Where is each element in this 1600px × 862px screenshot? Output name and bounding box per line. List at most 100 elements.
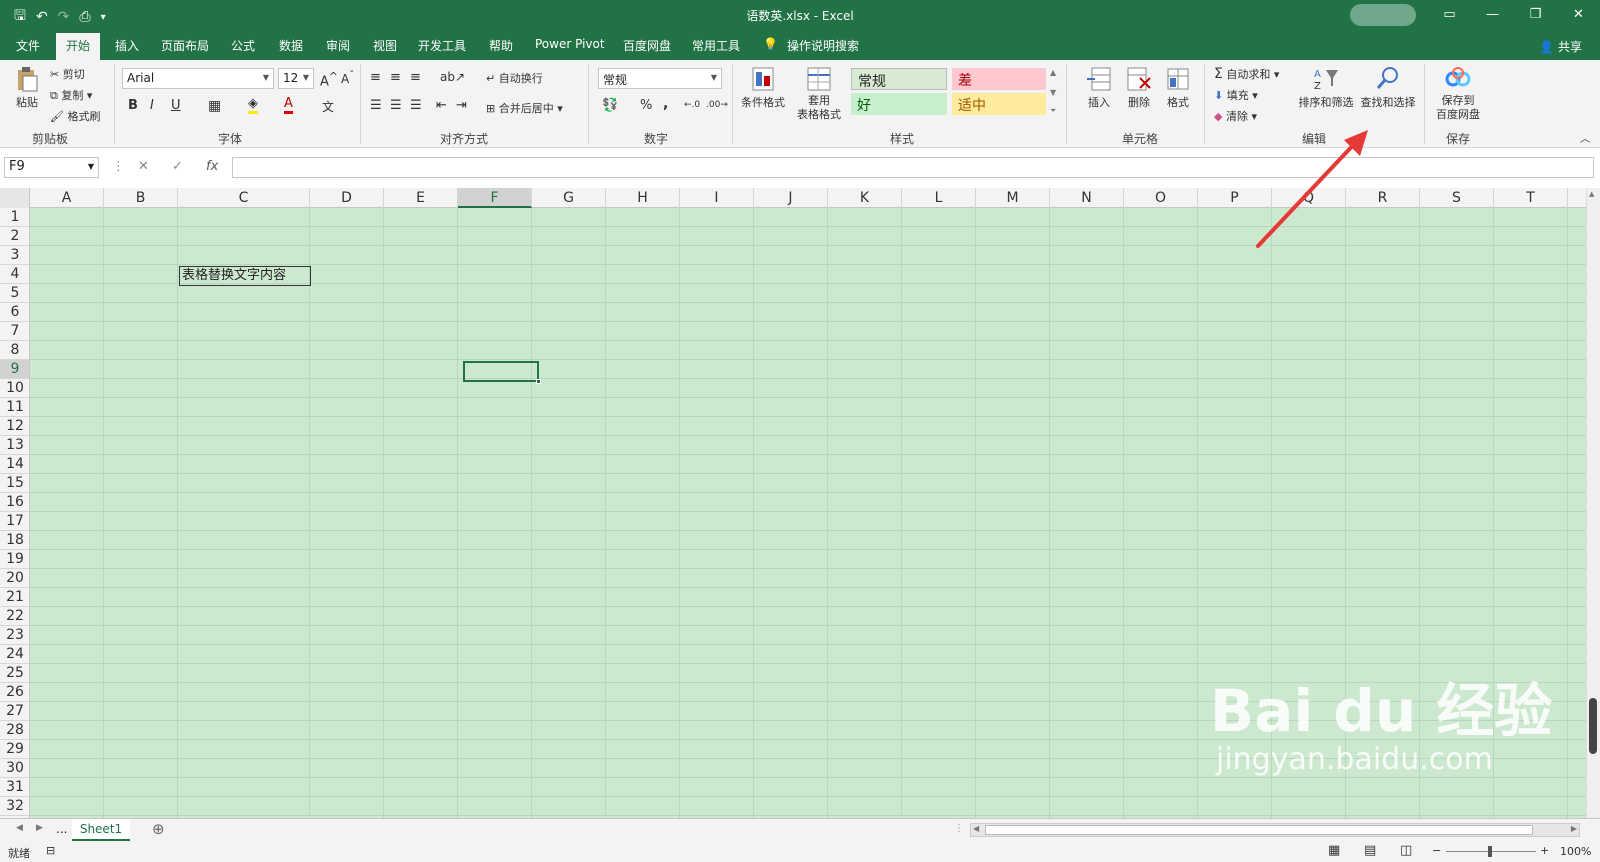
autosum-button[interactable]: Σ 自动求和 ▾ (1214, 66, 1279, 82)
fill-button[interactable]: ⬇ 填充 ▾ (1214, 87, 1258, 103)
zoom-out-icon[interactable]: − (1432, 844, 1441, 857)
row-header-4[interactable]: 4 (0, 265, 29, 284)
row-header-21[interactable]: 21 (0, 588, 29, 607)
column-header-l[interactable]: L (902, 188, 976, 208)
column-header-g[interactable]: G (532, 188, 606, 208)
macro-record-icon[interactable]: ⊟ (46, 844, 55, 857)
column-header-i[interactable]: I (680, 188, 754, 208)
next-sheet-icon[interactable]: ▶ (36, 823, 43, 833)
select-all-corner[interactable] (0, 188, 30, 208)
normal-view-icon[interactable]: ▦ (1328, 843, 1340, 858)
row-header-20[interactable]: 20 (0, 569, 29, 588)
align-middle-icon[interactable]: ≡ (390, 70, 401, 85)
styles-scroll-down-icon[interactable]: ▼ (1050, 88, 1056, 97)
decrease-decimal-icon[interactable]: .00→ (706, 100, 728, 110)
fill-handle[interactable] (536, 379, 541, 384)
row-header-28[interactable]: 28 (0, 721, 29, 740)
style-good[interactable]: 好 (851, 93, 947, 115)
row-header-32[interactable]: 32 (0, 797, 29, 816)
enter-icon[interactable]: ✓ (172, 159, 183, 174)
insert-cells-button[interactable]: 插入 (1082, 66, 1116, 110)
borders-icon[interactable]: ▦ (208, 98, 221, 114)
style-normal[interactable]: 常规 (851, 68, 947, 90)
align-bottom-icon[interactable]: ≡ (410, 70, 421, 85)
tab-developer[interactable]: 开发工具 (418, 37, 466, 54)
column-header-d[interactable]: D (310, 188, 384, 208)
row-header-23[interactable]: 23 (0, 626, 29, 645)
conditional-format-button[interactable]: 条件格式 (738, 66, 788, 110)
paste-button[interactable]: 粘贴 (12, 66, 42, 110)
column-header-h[interactable]: H (606, 188, 680, 208)
tab-view[interactable]: 视图 (373, 37, 397, 54)
row-header-1[interactable]: 1 (0, 208, 29, 227)
insert-function-button[interactable]: fx (206, 159, 218, 174)
tab-common-tools[interactable]: 常用工具 (692, 37, 740, 54)
tab-baidu-netdisk[interactable]: 百度网盘 (623, 37, 671, 54)
row-header-17[interactable]: 17 (0, 512, 29, 531)
row-header-5[interactable]: 5 (0, 284, 29, 303)
font-size-select[interactable]: 12 ▼ (278, 68, 314, 89)
collapse-ribbon-icon[interactable]: ︿ (1580, 130, 1590, 145)
scroll-left-icon[interactable]: ◀ (973, 824, 979, 833)
format-painter-button[interactable]: 🖌 格式刷 (50, 108, 100, 124)
save-to-baidu-button[interactable]: 保存到 百度网盘 (1430, 66, 1486, 122)
phonetic-icon[interactable]: 文 (322, 98, 334, 115)
column-header-c[interactable]: C (178, 188, 310, 208)
sheet-tab-sheet1[interactable]: Sheet1 (72, 819, 130, 841)
horizontal-scroll-thumb[interactable] (985, 825, 1533, 835)
styles-more-icon[interactable]: ⏷ (1050, 106, 1056, 116)
tab-formulas[interactable]: 公式 (231, 37, 255, 54)
bold-button[interactable]: B (128, 98, 138, 113)
column-header-o[interactable]: O (1124, 188, 1198, 208)
user-avatar[interactable] (1350, 4, 1416, 26)
column-header-m[interactable]: M (976, 188, 1050, 208)
column-header-j[interactable]: J (754, 188, 828, 208)
row-header-14[interactable]: 14 (0, 455, 29, 474)
row-header-16[interactable]: 16 (0, 493, 29, 512)
row-header-29[interactable]: 29 (0, 740, 29, 759)
sort-filter-button[interactable]: AZ 排序和筛选 (1296, 66, 1356, 110)
zoom-in-icon[interactable]: + (1540, 844, 1549, 857)
zoom-slider-thumb[interactable] (1488, 846, 1492, 857)
column-header-b[interactable]: B (104, 188, 178, 208)
cut-button[interactable]: ✂ 剪切 (50, 66, 85, 82)
format-as-table-button[interactable]: 套用 表格格式 (790, 66, 848, 122)
style-neutral[interactable]: 适中 (952, 93, 1046, 115)
increase-indent-icon[interactable]: ⇥ (456, 98, 467, 113)
vertical-scroll-thumb[interactable] (1589, 698, 1597, 754)
column-header-t[interactable]: T (1494, 188, 1568, 208)
row-header-12[interactable]: 12 (0, 417, 29, 436)
row-header-19[interactable]: 19 (0, 550, 29, 569)
row-header-22[interactable]: 22 (0, 607, 29, 626)
row-header-18[interactable]: 18 (0, 531, 29, 550)
italic-button[interactable]: I (150, 98, 154, 113)
align-right-icon[interactable]: ☰ (410, 98, 422, 113)
wrap-text-button[interactable]: ↵ 自动换行 (486, 70, 543, 86)
format-cells-button[interactable]: 格式 (1161, 66, 1195, 110)
tell-me-search[interactable]: 操作说明搜索 (787, 37, 859, 54)
row-header-11[interactable]: 11 (0, 398, 29, 417)
close-button[interactable]: ✕ (1557, 0, 1600, 30)
name-box[interactable]: F9 ▼ (4, 157, 99, 178)
decrease-indent-icon[interactable]: ⇤ (436, 98, 447, 113)
scroll-up-icon[interactable]: ▲ (1589, 190, 1594, 198)
row-header-6[interactable]: 6 (0, 303, 29, 322)
orientation-icon[interactable]: ab↗ (440, 70, 465, 84)
tab-insert[interactable]: 插入 (115, 37, 139, 54)
column-header-s[interactable]: S (1420, 188, 1494, 208)
tab-home[interactable]: 开始 (56, 33, 101, 60)
delete-cells-button[interactable]: 删除 (1122, 66, 1156, 110)
page-break-view-icon[interactable]: ◫ (1400, 843, 1412, 858)
row-header-26[interactable]: 26 (0, 683, 29, 702)
number-format-select[interactable]: 常规 ▼ (598, 68, 722, 89)
tab-file[interactable]: 文件 (16, 37, 40, 54)
more-sheets-button[interactable]: ... (56, 822, 67, 836)
row-header-3[interactable]: 3 (0, 246, 29, 265)
percent-button[interactable]: % (640, 98, 652, 113)
split-handle-icon[interactable]: ⋮ (954, 823, 964, 834)
row-header-30[interactable]: 30 (0, 759, 29, 778)
row-header-13[interactable]: 13 (0, 436, 29, 455)
merge-center-button[interactable]: ⊞ 合并后居中 ▾ (486, 100, 563, 116)
row-header-27[interactable]: 27 (0, 702, 29, 721)
decrease-font-icon[interactable]: Aˇ (341, 70, 354, 86)
